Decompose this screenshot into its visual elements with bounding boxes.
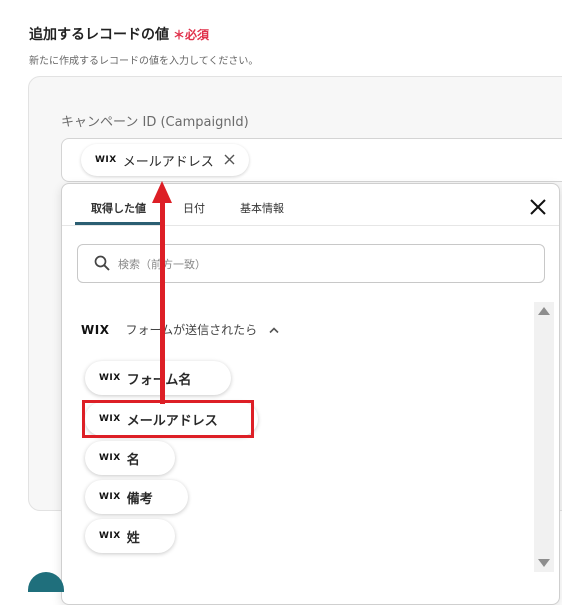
- section-description: 新たに作成するレコードの値を入力してください。: [29, 56, 259, 67]
- scrollbar[interactable]: [534, 302, 554, 572]
- section-title: 追加するレコードの値 ＊必須: [29, 24, 209, 44]
- search-input[interactable]: 検索（前方一致）: [77, 244, 545, 283]
- selected-value-label: メールアドレス: [122, 154, 214, 170]
- annotation-arrow-head-icon: [152, 181, 172, 203]
- tab-date[interactable]: 日付: [183, 200, 205, 216]
- wix-logo-icon: WIX: [99, 531, 121, 541]
- remove-chip-icon[interactable]: [224, 151, 235, 169]
- search-icon: [94, 255, 110, 271]
- scroll-up-arrow-icon[interactable]: [538, 307, 550, 315]
- campaign-id-label: キャンペーン ID (CampaignId): [61, 115, 249, 130]
- wix-logo-icon: WIX: [99, 414, 121, 424]
- section-title-text: 追加するレコードの値: [29, 27, 169, 43]
- annotation-arrow-shaft: [160, 200, 165, 404]
- wix-logo-icon: WIX: [81, 322, 110, 337]
- list-item-label: 備考: [126, 491, 153, 507]
- close-icon: [530, 199, 546, 215]
- tab-acquired-values[interactable]: 取得した値: [91, 200, 146, 216]
- group-header[interactable]: WIX フォームが送信されたら: [81, 321, 279, 338]
- tabs-divider: [62, 225, 559, 226]
- required-mark: ＊必須: [173, 28, 210, 42]
- list-item[interactable]: WIX メールアドレス: [85, 402, 258, 436]
- list-item[interactable]: WIX 備考: [85, 480, 188, 514]
- list-item-label: メールアドレス: [126, 413, 218, 429]
- list-item[interactable]: WIX 姓: [85, 519, 175, 553]
- chevron-up-icon[interactable]: [269, 326, 279, 334]
- list-item-label: 名: [126, 452, 140, 468]
- list-item[interactable]: WIX フォーム名: [85, 361, 231, 395]
- close-button[interactable]: [527, 196, 549, 218]
- wix-logo-icon: WIX: [95, 155, 117, 165]
- wix-logo-icon: WIX: [99, 453, 121, 463]
- scroll-down-arrow-icon[interactable]: [538, 559, 550, 567]
- wix-logo-icon: WIX: [99, 492, 121, 502]
- selected-value-chip[interactable]: WIX メールアドレス: [81, 144, 249, 176]
- list-item[interactable]: WIX 名: [85, 441, 175, 475]
- wix-logo-icon: WIX: [99, 373, 121, 383]
- tab-basic-info[interactable]: 基本情報: [240, 200, 284, 216]
- bottom-action-button[interactable]: [28, 572, 64, 592]
- group-title: フォームが送信されたら: [125, 323, 258, 337]
- list-item-label: 姓: [126, 530, 140, 546]
